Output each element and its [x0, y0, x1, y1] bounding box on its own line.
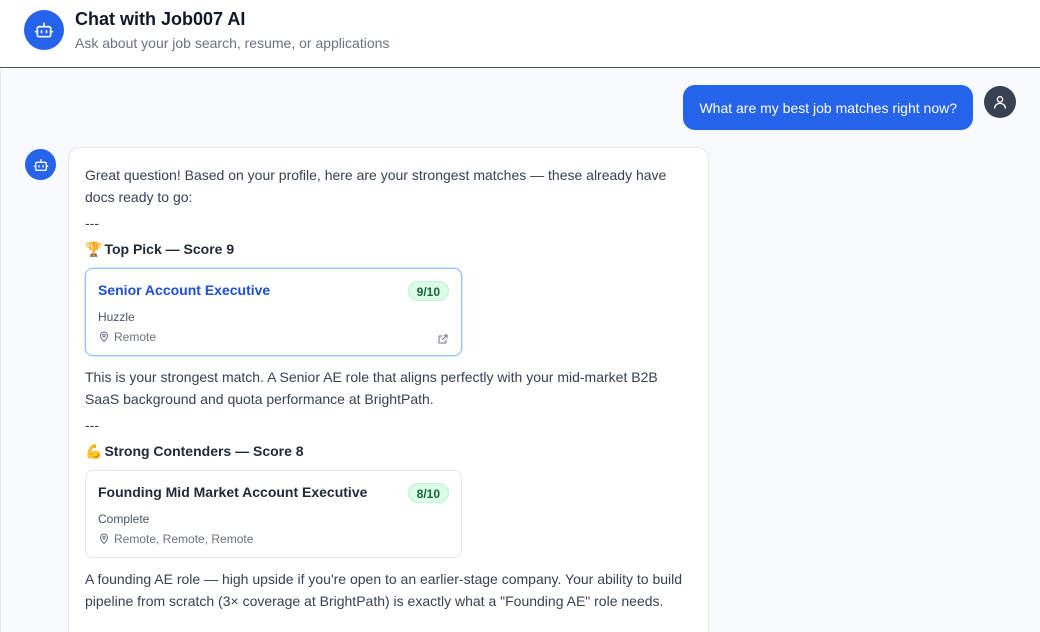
job-card-senior-account-executive[interactable]: Senior Account Executive 9/10 Huzzle Rem… [85, 268, 462, 356]
trophy-icon: 🏆 [85, 241, 103, 257]
bot-avatar [24, 10, 64, 50]
score-badge: 8/10 [407, 483, 449, 503]
job-location-text: Remote, Remote, Remote [114, 532, 254, 546]
job-location: Remote [98, 329, 156, 345]
job-title-link[interactable]: Founding Mid Market Account Executive [98, 483, 449, 501]
user-avatar [984, 86, 1016, 118]
chat-header: Chat with Job007 AI Ask about your job s… [0, 0, 1040, 68]
bot-intro-text: Great question! Based on your profile, h… [85, 167, 667, 205]
contenders-heading: 💪 Strong Contenders — Score 8 [85, 440, 692, 462]
contenders-heading-text: Strong Contenders — Score 8 [104, 443, 304, 459]
page-subtitle: Ask about your job search, resume, or ap… [75, 35, 390, 51]
map-pin-icon [100, 331, 108, 342]
top-pick-heading-text: Top Pick — Score 9 [104, 241, 235, 257]
job-company: Huzzle [98, 310, 135, 324]
bot-message-avatar [25, 149, 56, 180]
job-location-text: Remote [114, 330, 157, 344]
job-card-founding-mid-market-ae[interactable]: Founding Mid Market Account Executive 8/… [85, 470, 462, 558]
top-pick-description: This is your strongest match. A Senior A… [85, 369, 658, 407]
flexed-bicep-icon: 💪 [85, 443, 103, 459]
top-pick-heading: 🏆 Top Pick — Score 9 [85, 238, 692, 260]
separator: --- [85, 417, 99, 433]
job-title-link[interactable]: Senior Account Executive [98, 281, 449, 299]
job-company: Complete [98, 512, 150, 526]
external-link-button[interactable] [437, 329, 449, 351]
chat-thread[interactable]: What are my best job matches right now? … [0, 69, 1040, 632]
user-icon [994, 96, 1006, 109]
robot-icon [34, 22, 54, 38]
map-pin-icon [100, 533, 108, 544]
separator: --- [85, 215, 99, 231]
robot-icon [33, 158, 48, 171]
job-location: Remote, Remote, Remote [98, 531, 253, 547]
page-title: Chat with Job007 AI [75, 9, 246, 29]
external-link-icon [438, 334, 448, 344]
bot-message-bubble: Great question! Based on your profile, h… [68, 147, 709, 632]
user-message-bubble: What are my best job matches right now? [683, 85, 973, 130]
score-badge: 9/10 [407, 281, 449, 301]
contenders-description: A founding AE role — high upside if you'… [85, 571, 683, 609]
